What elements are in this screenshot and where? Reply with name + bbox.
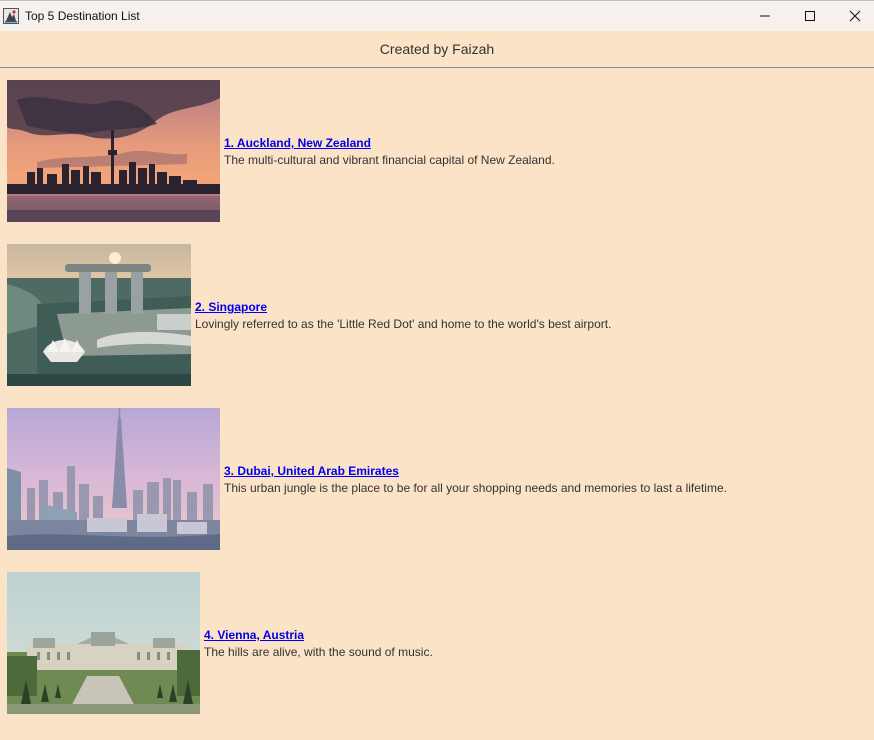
- maximize-button[interactable]: [787, 1, 833, 31]
- destination-link[interactable]: 4. Vienna, Austria: [204, 628, 433, 643]
- maximize-icon: [805, 11, 815, 21]
- destination-link[interactable]: 2. Singapore: [195, 300, 611, 315]
- title-bar[interactable]: Top 5 Destination List: [0, 0, 874, 31]
- app-window: Top 5 Destination List Created by Faizah: [0, 0, 874, 740]
- dubai-skyline-image: [7, 408, 220, 550]
- destination-link[interactable]: 1. Auckland, New Zealand: [224, 136, 555, 151]
- destination-description: This urban jungle is the place to be for…: [224, 481, 727, 495]
- java-app-icon: [3, 8, 19, 24]
- minimize-icon: [760, 15, 770, 17]
- destination-link[interactable]: 3. Dubai, United Arab Emirates: [224, 464, 727, 479]
- close-button[interactable]: [832, 1, 874, 31]
- minimize-button[interactable]: [742, 1, 788, 31]
- destination-description: The hills are alive, with the sound of m…: [204, 645, 433, 659]
- destination-text: 2. Singapore Lovingly referred to as the…: [195, 300, 611, 332]
- singapore-marina-image: [7, 244, 191, 386]
- close-icon: [849, 10, 861, 22]
- destination-text: 4. Vienna, Austria The hills are alive, …: [204, 628, 433, 660]
- destination-text: 1. Auckland, New Zealand The multi-cultu…: [224, 136, 555, 168]
- destination-description: Lovingly referred to as the 'Little Red …: [195, 317, 612, 331]
- destination-text: 3. Dubai, United Arab Emirates This urba…: [224, 464, 727, 496]
- auckland-skyline-image: [7, 80, 220, 222]
- vienna-palace-image: [7, 572, 200, 714]
- credit-label: Created by Faizah: [379, 41, 495, 57]
- destination-description: The multi-cultural and vibrant financial…: [224, 153, 555, 167]
- header-panel: Created by Faizah: [0, 31, 874, 68]
- window-title: Top 5 Destination List: [25, 9, 140, 23]
